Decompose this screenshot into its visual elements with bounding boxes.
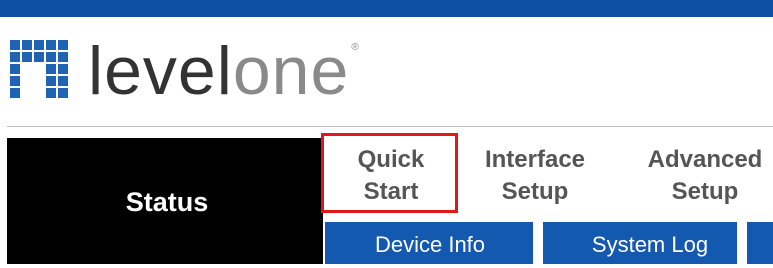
status-label: Status [125, 187, 209, 217]
subnav-separator [533, 222, 543, 264]
tab-advanced-setup[interactable]: Advanced Setup [630, 144, 773, 208]
top-accent-bar [0, 0, 773, 17]
tab-interface-setup[interactable]: Interface Setup [465, 144, 605, 208]
tab-advanced-setup-line1: Advanced [647, 146, 763, 173]
subnav-separator [737, 222, 747, 264]
subnav-item-device-info[interactable]: Device Info [325, 222, 535, 264]
levelone-wordmark: level one ® [88, 37, 360, 105]
tab-quick-start-line2: Start [363, 178, 419, 205]
logo-trademark: ® [351, 42, 360, 53]
tab-quick-start-line1: Quick [357, 146, 425, 173]
subnav-bar: Device Info System Log [325, 222, 773, 264]
tab-interface-setup-line1: Interface [484, 146, 586, 173]
logo-text-level: level [88, 33, 233, 109]
tab-quick-start[interactable]: Quick Start [322, 144, 460, 208]
status-panel: Status [7, 138, 323, 264]
tab-interface-setup-line2: Setup [501, 178, 569, 205]
levelone-logo: level one ® [10, 36, 360, 106]
subnav-item-system-log[interactable]: System Log [550, 222, 750, 264]
tab-advanced-setup-line2: Setup [671, 178, 739, 205]
logo-text-one: one [232, 33, 350, 109]
header-divider [7, 126, 773, 127]
levelone-logo-icon [10, 40, 72, 102]
